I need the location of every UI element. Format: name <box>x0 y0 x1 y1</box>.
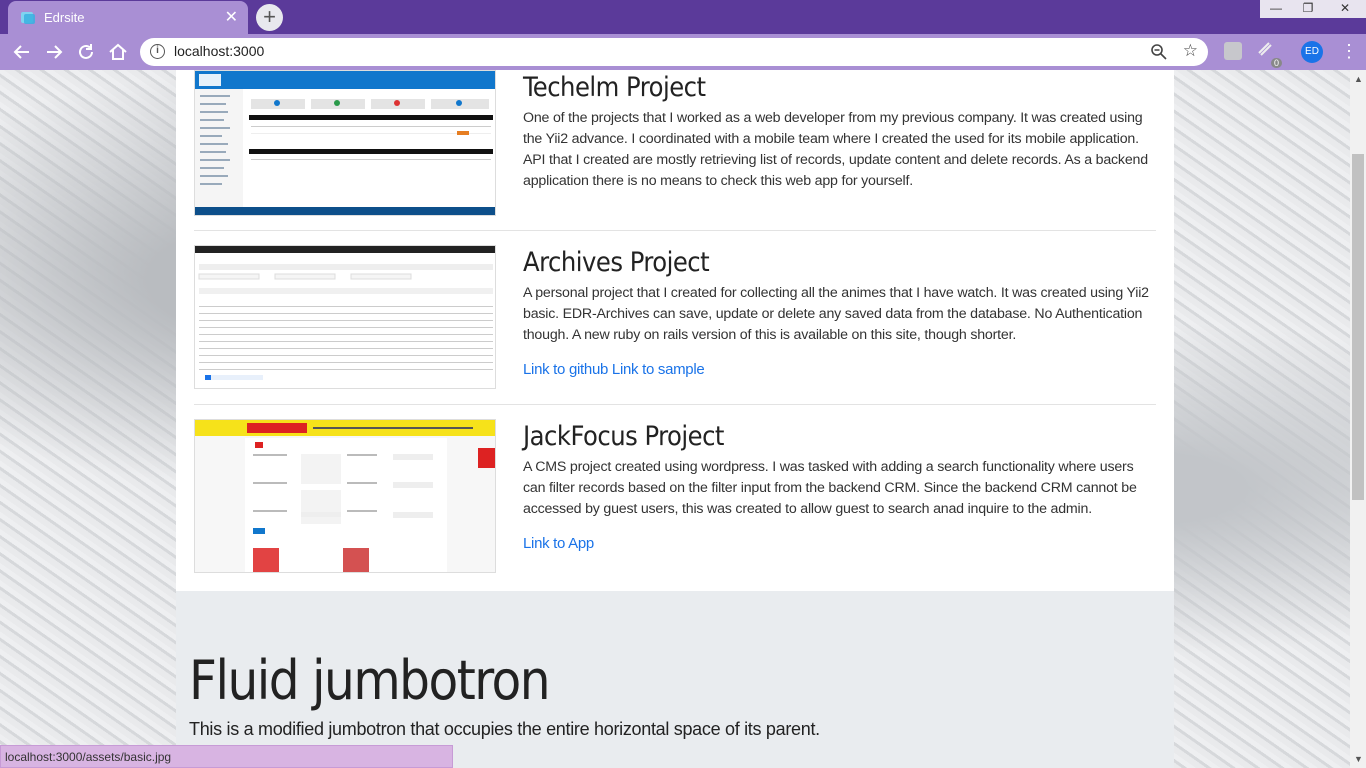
project-title: Techelm Project <box>523 72 706 103</box>
page-viewport: Techelm Project One of the projects that… <box>0 70 1350 768</box>
project-thumbnail[interactable] <box>194 419 496 573</box>
project-divider <box>194 404 1156 405</box>
browser-titlebar: Edrsite ✕ + — ❐ ✕ <box>0 0 1366 34</box>
project-description: A CMS project created using wordpress. I… <box>523 459 1137 517</box>
github-link[interactable]: Link to github <box>523 361 608 378</box>
project-thumbnail[interactable] <box>194 70 496 216</box>
project-description: One of the projects that I worked as a w… <box>523 110 1148 189</box>
project-title: Archives Project <box>523 247 710 278</box>
app-link[interactable]: Link to App <box>523 535 594 552</box>
profile-avatar[interactable]: ED <box>1301 41 1323 63</box>
tab-title: Edrsite <box>44 10 85 25</box>
jumbotron-title: Fluid jumbotron <box>189 649 551 712</box>
new-tab-button[interactable]: + <box>256 4 283 31</box>
bookmark-star-icon[interactable]: ☆ <box>1183 41 1198 61</box>
back-icon[interactable] <box>10 40 34 64</box>
forward-icon[interactable] <box>42 40 66 64</box>
minimize-icon[interactable]: — <box>1260 0 1292 18</box>
info-icon[interactable]: i <box>150 44 165 59</box>
window-controls: — ❐ ✕ <box>1260 0 1366 18</box>
scrollbar-thumb[interactable] <box>1352 154 1364 500</box>
browser-toolbar: i localhost:3000 ☆ <box>0 34 1366 70</box>
reload-icon[interactable] <box>74 40 98 64</box>
project-thumbnail[interactable] <box>194 245 496 389</box>
jumbotron-text: This is a modified jumbotron that occupi… <box>189 719 820 739</box>
status-bar: localhost:3000/assets/basic.jpg <box>0 745 453 768</box>
home-icon[interactable] <box>106 40 130 64</box>
url-text[interactable]: localhost:3000 <box>174 43 264 59</box>
extension-puzzle-icon[interactable]: 0 <box>1256 40 1282 68</box>
address-bar[interactable]: i localhost:3000 ☆ <box>140 38 1208 66</box>
scroll-up-arrow-icon[interactable]: ▲ <box>1354 74 1363 84</box>
project-title: JackFocus Project <box>523 421 724 452</box>
page-scrollbar[interactable]: ▲ ▼ <box>1350 70 1366 768</box>
extension-badge: 0 <box>1270 58 1282 68</box>
project-description: A personal project that I created for co… <box>523 285 1149 343</box>
close-window-icon[interactable]: ✕ <box>1324 0 1366 18</box>
restore-icon[interactable]: ❐ <box>1292 0 1324 18</box>
project-divider <box>194 230 1156 231</box>
scroll-down-arrow-icon[interactable]: ▼ <box>1354 754 1363 764</box>
jumbotron: Fluid jumbotron This is a modified jumbo… <box>176 591 1174 768</box>
tab-close-icon[interactable]: ✕ <box>225 7 238 27</box>
project-links: Link to App <box>523 535 594 552</box>
site-favicon-icon <box>21 12 35 24</box>
sample-link[interactable]: Link to sample <box>612 361 705 378</box>
browser-tab[interactable]: Edrsite ✕ <box>8 1 248 34</box>
browser-menu-icon[interactable]: ⋮ <box>1340 42 1358 62</box>
zoom-icon[interactable] <box>1150 43 1168 61</box>
extension-icon[interactable] <box>1224 42 1242 60</box>
project-links: Link to github Link to sample <box>523 361 705 378</box>
